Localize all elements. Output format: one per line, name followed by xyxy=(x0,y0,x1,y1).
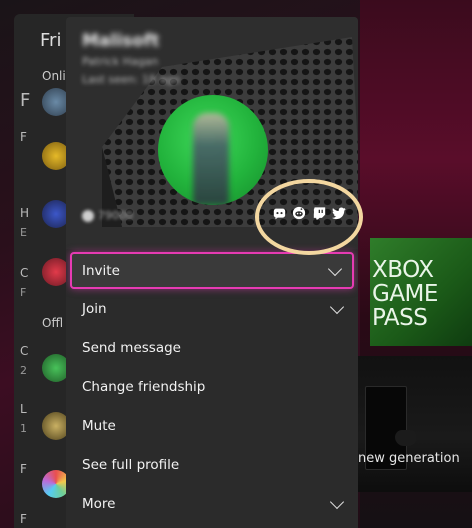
friend-profile-card: Malisoft Patrick Hagan Last seen: 18 ago… xyxy=(66,17,358,528)
send-message-label: Send message xyxy=(82,339,181,356)
online-section-label: Onli xyxy=(42,69,66,83)
change-friendship-label: Change friendship xyxy=(82,378,206,395)
offline-section-label: Offl xyxy=(42,316,64,330)
gamertag: Malisoft xyxy=(82,31,160,51)
last-seen: Last seen: 18 ago xyxy=(82,73,180,86)
friend-row-letter: H xyxy=(20,206,30,220)
gamerscore-value: 79000 xyxy=(98,209,133,222)
see-full-profile-label: See full profile xyxy=(82,456,180,473)
mute-label: Mute xyxy=(82,417,116,434)
new-generation-label: new generation xyxy=(358,451,460,466)
mute-menu-item[interactable]: Mute xyxy=(66,406,358,445)
friend-row-letter: F xyxy=(20,130,27,144)
chevron-down-icon xyxy=(329,494,345,509)
see-full-profile-menu-item[interactable]: See full profile xyxy=(66,445,358,484)
game-pass-line-3: PASS xyxy=(372,305,428,331)
more-label: More xyxy=(82,495,116,512)
invite-menu-item[interactable]: Invite xyxy=(70,252,354,289)
friend-row-letter: C xyxy=(20,266,29,280)
friends-title: Fri xyxy=(40,30,62,51)
friend-row-letter: L xyxy=(20,402,27,416)
friend-row-letter: 2 xyxy=(20,364,27,377)
game-pass-line-1: XBOX xyxy=(372,257,434,283)
annotation-highlight-circle xyxy=(255,179,363,255)
game-pass-line-2: GAME xyxy=(372,281,438,307)
friend-row-letter: F xyxy=(20,90,31,111)
profile-action-menu: Invite Join Send message Change friendsh… xyxy=(66,250,358,523)
gamerscore: 79000 xyxy=(82,209,133,222)
friend-row-letter: E xyxy=(20,226,27,239)
more-menu-item[interactable]: More xyxy=(66,484,358,523)
chevron-down-icon xyxy=(329,299,345,314)
profile-avatar xyxy=(158,95,268,205)
real-name: Patrick Hagan xyxy=(82,55,159,68)
invite-label: Invite xyxy=(82,262,120,279)
game-pass-logo: XBOX GAME PASS xyxy=(372,258,472,330)
friend-row-letter: F xyxy=(20,286,27,299)
gamerscore-icon xyxy=(82,210,94,222)
controller-image xyxy=(395,430,417,446)
chevron-down-icon xyxy=(327,261,343,276)
join-menu-item[interactable]: Join xyxy=(66,289,358,328)
send-message-menu-item[interactable]: Send message xyxy=(66,328,358,367)
friend-row-letter: 1 xyxy=(20,422,27,435)
change-friendship-menu-item[interactable]: Change friendship xyxy=(66,367,358,406)
join-label: Join xyxy=(82,300,107,317)
friend-row-letter: F xyxy=(20,512,27,526)
friend-row-letter: F xyxy=(20,462,27,476)
friend-row-letter: C xyxy=(20,344,29,358)
avatar-figure xyxy=(193,113,229,205)
